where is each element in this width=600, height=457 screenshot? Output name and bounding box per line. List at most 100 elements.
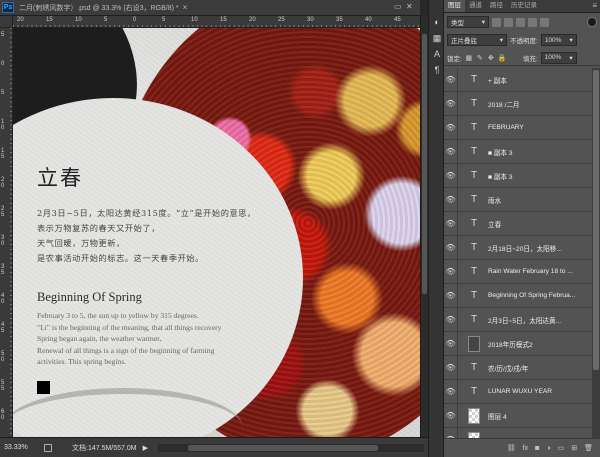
layer-row[interactable]: 👁 图层 4 bbox=[444, 404, 592, 428]
visibility-eye-icon[interactable]: 👁 bbox=[444, 212, 458, 235]
layer-name[interactable]: 2月18日~20日，太阳移... bbox=[488, 243, 562, 253]
adjustment-icon[interactable]: ◑ bbox=[546, 445, 550, 452]
visibility-eye-icon[interactable]: 👁 bbox=[444, 164, 458, 187]
visibility-eye-icon[interactable]: 👁 bbox=[444, 284, 458, 307]
visibility-eye-icon[interactable]: 👁 bbox=[444, 140, 458, 163]
layer-row[interactable]: 👁 2018年历模式2 bbox=[444, 332, 592, 356]
layer-name[interactable]: 2018 /二月 bbox=[488, 99, 520, 109]
layer-name[interactable]: 图层 4 bbox=[488, 411, 507, 421]
lock-transparency-icon[interactable]: ▦ bbox=[465, 54, 473, 62]
scrollbar-thumb[interactable] bbox=[422, 34, 427, 294]
visibility-eye-icon[interactable]: 👁 bbox=[444, 332, 458, 355]
delete-icon[interactable]: 🗑 bbox=[584, 444, 593, 452]
chevron-down-icon: ▾ bbox=[481, 19, 485, 26]
tab-channels[interactable]: 通道 bbox=[465, 0, 486, 12]
layer-row[interactable]: 👁 T FEBRUARY bbox=[444, 116, 592, 140]
horizontal-ruler[interactable]: 20 15 10 5 0 5 10 15 20 25 30 35 40 45 bbox=[13, 16, 420, 28]
visibility-eye-icon[interactable]: 👁 bbox=[444, 260, 458, 283]
document-tab[interactable]: Ps 二月(刺绣风数字）.psd @ 33.3% (右设3，RGB/8) * ×… bbox=[0, 0, 420, 16]
layer-row[interactable]: 👁 bbox=[444, 428, 592, 438]
solar-term-description-cn: 2月3日~5日，太阳达黄经315度。“立”是开始的意思， 表示万物复苏的春天又开… bbox=[37, 206, 256, 266]
visibility-eye-icon[interactable]: 👁 bbox=[444, 380, 458, 403]
canvas-vertical-scrollbar[interactable] bbox=[420, 16, 428, 437]
visibility-eye-icon[interactable]: 👁 bbox=[444, 356, 458, 379]
filter-text-icon[interactable] bbox=[516, 17, 525, 27]
fill-field[interactable]: 100% ▾ bbox=[540, 51, 577, 64]
layer-row[interactable]: 👁 T ■ 副本 3 bbox=[444, 164, 592, 188]
close-window-icon[interactable]: ✕ bbox=[406, 2, 413, 11]
blend-opacity-row: 正片叠底 ▾ 不透明度: 100% ▾ bbox=[444, 32, 600, 48]
visibility-eye-icon[interactable]: 👁 bbox=[444, 404, 458, 427]
group-icon[interactable]: ▭ bbox=[558, 444, 565, 452]
scrollbar-thumb[interactable] bbox=[593, 70, 599, 370]
panel-menu-icon[interactable]: ≡ bbox=[592, 0, 597, 12]
layer-name[interactable]: 2018年历模式2 bbox=[488, 339, 533, 349]
document-size-info[interactable]: 文档:147.5M/557.0M bbox=[72, 443, 137, 453]
filter-shape-icon[interactable] bbox=[528, 17, 537, 27]
visibility-eye-icon[interactable]: 👁 bbox=[444, 236, 458, 259]
layer-row[interactable]: 👁 T 2018 /二月 bbox=[444, 92, 592, 116]
document-canvas[interactable]: 立春 2月3日~5日，太阳达黄经315度。“立”是开始的意思， 表示万物复苏的春… bbox=[13, 28, 420, 437]
layer-name[interactable]: 雨水 bbox=[488, 195, 501, 205]
layer-row[interactable]: 👁 T 2月18日~20日，太阳移... bbox=[444, 236, 592, 260]
layer-name[interactable]: 立春 bbox=[488, 219, 501, 229]
filter-adjustment-icon[interactable] bbox=[504, 17, 513, 27]
layers-scrollbar[interactable] bbox=[592, 68, 600, 438]
zoom-level-field[interactable]: 33.33% bbox=[4, 444, 38, 451]
layer-name[interactable]: 农/历/戊/戌/年 bbox=[488, 363, 528, 373]
visibility-eye-icon[interactable]: 👁 bbox=[444, 308, 458, 331]
character-icon[interactable]: A bbox=[431, 48, 443, 60]
scrollbar-thumb[interactable] bbox=[187, 444, 378, 451]
opacity-field[interactable]: 100% ▾ bbox=[540, 34, 577, 46]
tab-paths[interactable]: 路径 bbox=[486, 0, 507, 12]
tab-history[interactable]: 历史记录 bbox=[507, 0, 541, 12]
layer-row[interactable]: 👁 T LUNAR WUXU YEAR bbox=[444, 380, 592, 404]
blend-mode-select[interactable]: 正片叠底 ▾ bbox=[447, 34, 507, 46]
ruler-tick-label: 35 bbox=[336, 17, 343, 23]
layer-row[interactable]: 👁 T 2月3日~5日，太阳达黄... bbox=[444, 308, 592, 332]
layer-row[interactable]: 👁 T 雨水 bbox=[444, 188, 592, 212]
visibility-eye-icon[interactable]: 👁 bbox=[444, 428, 458, 438]
layer-row[interactable]: 👁 T Beginning Of Spring Februa... bbox=[444, 284, 592, 308]
layer-name[interactable]: ■ 副本 3 bbox=[488, 171, 513, 181]
lock-pixels-icon[interactable]: ✎ bbox=[476, 54, 484, 62]
ruler-origin[interactable] bbox=[0, 16, 13, 28]
layer-name[interactable]: Beginning Of Spring Februa... bbox=[488, 292, 575, 299]
layer-row[interactable]: 👁 T Rain Water February 18 to ... bbox=[444, 260, 592, 284]
filter-pixel-icon[interactable] bbox=[492, 17, 501, 27]
visibility-eye-icon[interactable]: 👁 bbox=[444, 116, 458, 139]
color-wheel-icon[interactable]: ◐ bbox=[431, 16, 443, 28]
export-icon[interactable] bbox=[44, 443, 52, 452]
layer-name[interactable]: LUNAR WUXU YEAR bbox=[488, 388, 552, 395]
filter-kind-select[interactable]: 类型 ▾ bbox=[447, 16, 489, 28]
close-tab-icon[interactable]: × bbox=[183, 3, 188, 12]
vertical-ruler[interactable]: 5 0 5 10 15 20 25 30 35 40 45 50 55 60 bbox=[0, 28, 13, 437]
layer-row[interactable]: 👁 T ■ 副本 3 bbox=[444, 140, 592, 164]
fx-icon[interactable]: fx bbox=[523, 445, 528, 452]
layer-name[interactable]: + 副本 bbox=[488, 75, 507, 85]
visibility-eye-icon[interactable]: 👁 bbox=[444, 92, 458, 115]
minimize-icon[interactable]: ▭ bbox=[394, 2, 402, 11]
layer-name[interactable]: Rain Water February 18 to ... bbox=[488, 268, 573, 275]
filter-toggle[interactable] bbox=[587, 17, 597, 27]
mask-icon[interactable]: ◙ bbox=[535, 445, 539, 452]
filter-smart-object-icon[interactable] bbox=[540, 17, 549, 27]
document-title[interactable]: 二月(刺绣风数字）.psd @ 33.3% (右设3，RGB/8) * bbox=[19, 3, 179, 13]
layer-row[interactable]: 👁 T 农/历/戊/戌/年 bbox=[444, 356, 592, 380]
layer-name[interactable]: 2月3日~5日，太阳达黄... bbox=[488, 315, 561, 325]
lock-all-icon[interactable]: 🔒 bbox=[498, 54, 507, 62]
swatches-icon[interactable]: ▦ bbox=[431, 32, 443, 44]
visibility-eye-icon[interactable]: 👁 bbox=[444, 188, 458, 211]
lock-position-icon[interactable]: ✥ bbox=[487, 54, 495, 62]
layer-row[interactable]: 👁 T 立春 bbox=[444, 212, 592, 236]
canvas-horizontal-scrollbar[interactable] bbox=[157, 443, 424, 452]
paragraph-icon[interactable]: ¶ bbox=[431, 64, 443, 76]
visibility-eye-icon[interactable]: 👁 bbox=[444, 68, 458, 91]
link-icon[interactable]: ⛓ bbox=[507, 444, 516, 452]
layer-row[interactable]: 👁 T + 副本 bbox=[444, 68, 592, 92]
layer-name[interactable]: FEBRUARY bbox=[488, 124, 524, 131]
layer-name[interactable]: ■ 副本 3 bbox=[488, 147, 513, 157]
status-menu-arrow-icon[interactable]: ▶ bbox=[143, 444, 148, 452]
new-layer-icon[interactable]: ⊞ bbox=[571, 444, 577, 452]
tab-layers[interactable]: 图层 bbox=[444, 0, 465, 12]
